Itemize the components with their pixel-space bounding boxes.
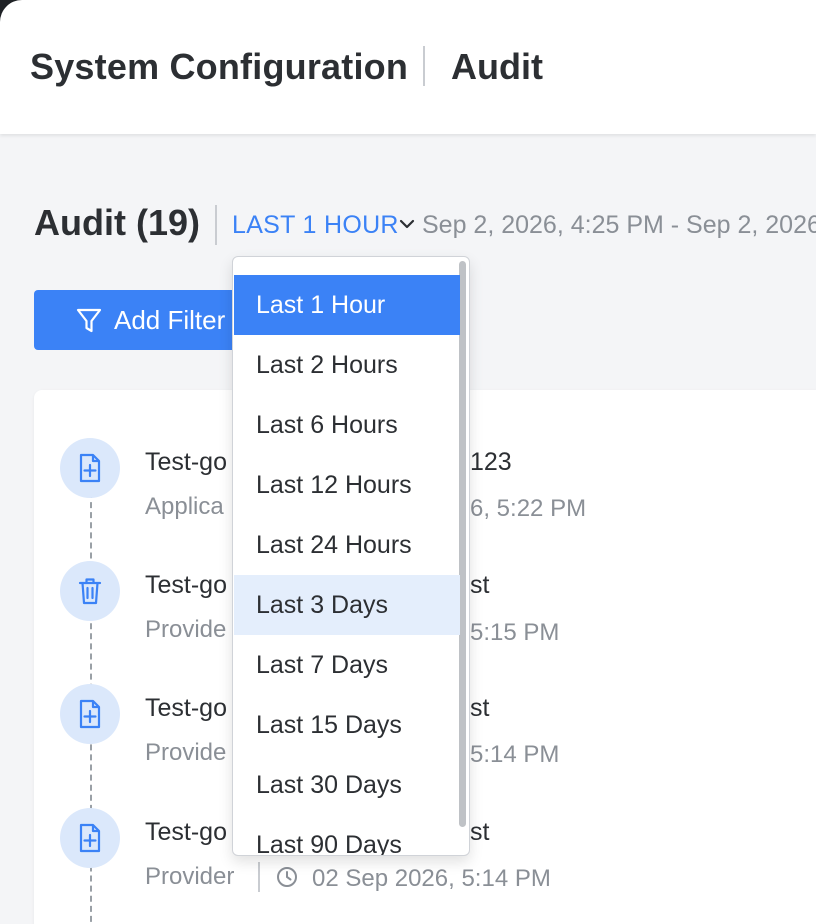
time-range-select[interactable]: LAST 1 HOUR bbox=[232, 211, 399, 240]
meta-divider bbox=[258, 862, 260, 892]
range-option-last-90-days[interactable]: Last 90 Days bbox=[234, 815, 460, 856]
entry-name-tail[interactable]: 123 bbox=[470, 448, 512, 477]
breadcrumb-divider bbox=[423, 46, 425, 86]
range-option-last-1-hour[interactable]: Last 1 Hour bbox=[234, 275, 460, 335]
entry-timestamp: 5:14 PM bbox=[470, 741, 560, 768]
entry-type: Provide bbox=[145, 739, 227, 766]
range-option-last-12-hours[interactable]: Last 12 Hours bbox=[234, 455, 460, 515]
range-option-last-24-hours[interactable]: Last 24 Hours bbox=[234, 515, 460, 575]
trash-icon bbox=[60, 561, 120, 621]
breadcrumb-current-page: Audit bbox=[451, 46, 543, 87]
entry-name[interactable]: Test-go bbox=[145, 694, 227, 723]
chevron-down-icon[interactable] bbox=[398, 217, 416, 231]
entry-name-tail[interactable]: st bbox=[470, 818, 489, 847]
time-range-dropdown[interactable]: Last 1 Hour Last 2 Hours Last 6 Hours La… bbox=[232, 256, 470, 856]
entry-timestamp: 6, 5:22 PM bbox=[470, 495, 587, 522]
top-bar: System Configuration Audit bbox=[0, 0, 816, 134]
title-divider bbox=[215, 205, 217, 245]
time-range-text: Sep 2, 2026, 4:25 PM - Sep 2, 2026, bbox=[422, 211, 816, 239]
entry-type: Applica bbox=[145, 493, 224, 520]
file-add-icon bbox=[60, 438, 120, 498]
entry-type: Provide bbox=[145, 616, 227, 643]
entry-name[interactable]: Test-go bbox=[145, 818, 227, 847]
range-option-last-2-hours[interactable]: Last 2 Hours bbox=[234, 335, 460, 395]
entry-name-tail[interactable]: st bbox=[470, 571, 489, 600]
range-option-last-7-days[interactable]: Last 7 Days bbox=[234, 635, 460, 695]
entry-name[interactable]: Test-go bbox=[145, 571, 227, 600]
breadcrumb-section[interactable]: System Configuration bbox=[30, 46, 408, 88]
entry-name-tail[interactable]: st bbox=[470, 694, 489, 723]
entry-timestamp: 02 Sep 2026, 5:14 PM bbox=[312, 865, 551, 892]
file-add-icon bbox=[60, 684, 120, 744]
filter-icon bbox=[76, 308, 102, 333]
file-add-icon bbox=[60, 808, 120, 868]
entry-type: Provider bbox=[145, 863, 235, 890]
range-option-last-30-days[interactable]: Last 30 Days bbox=[234, 755, 460, 815]
range-option-last-15-days[interactable]: Last 15 Days bbox=[234, 695, 460, 755]
entry-timestamp: 5:15 PM bbox=[470, 619, 560, 646]
range-option-last-3-days[interactable]: Last 3 Days bbox=[234, 575, 460, 635]
entry-name[interactable]: Test-go bbox=[145, 448, 227, 477]
add-filter-label: Add Filter bbox=[114, 304, 226, 335]
range-option-last-6-hours[interactable]: Last 6 Hours bbox=[234, 395, 460, 455]
page-title: Audit (19) bbox=[34, 202, 200, 243]
dropdown-scrollbar[interactable] bbox=[459, 261, 466, 827]
add-filter-button[interactable]: Add Filter bbox=[34, 290, 244, 350]
clock-icon bbox=[277, 867, 297, 887]
